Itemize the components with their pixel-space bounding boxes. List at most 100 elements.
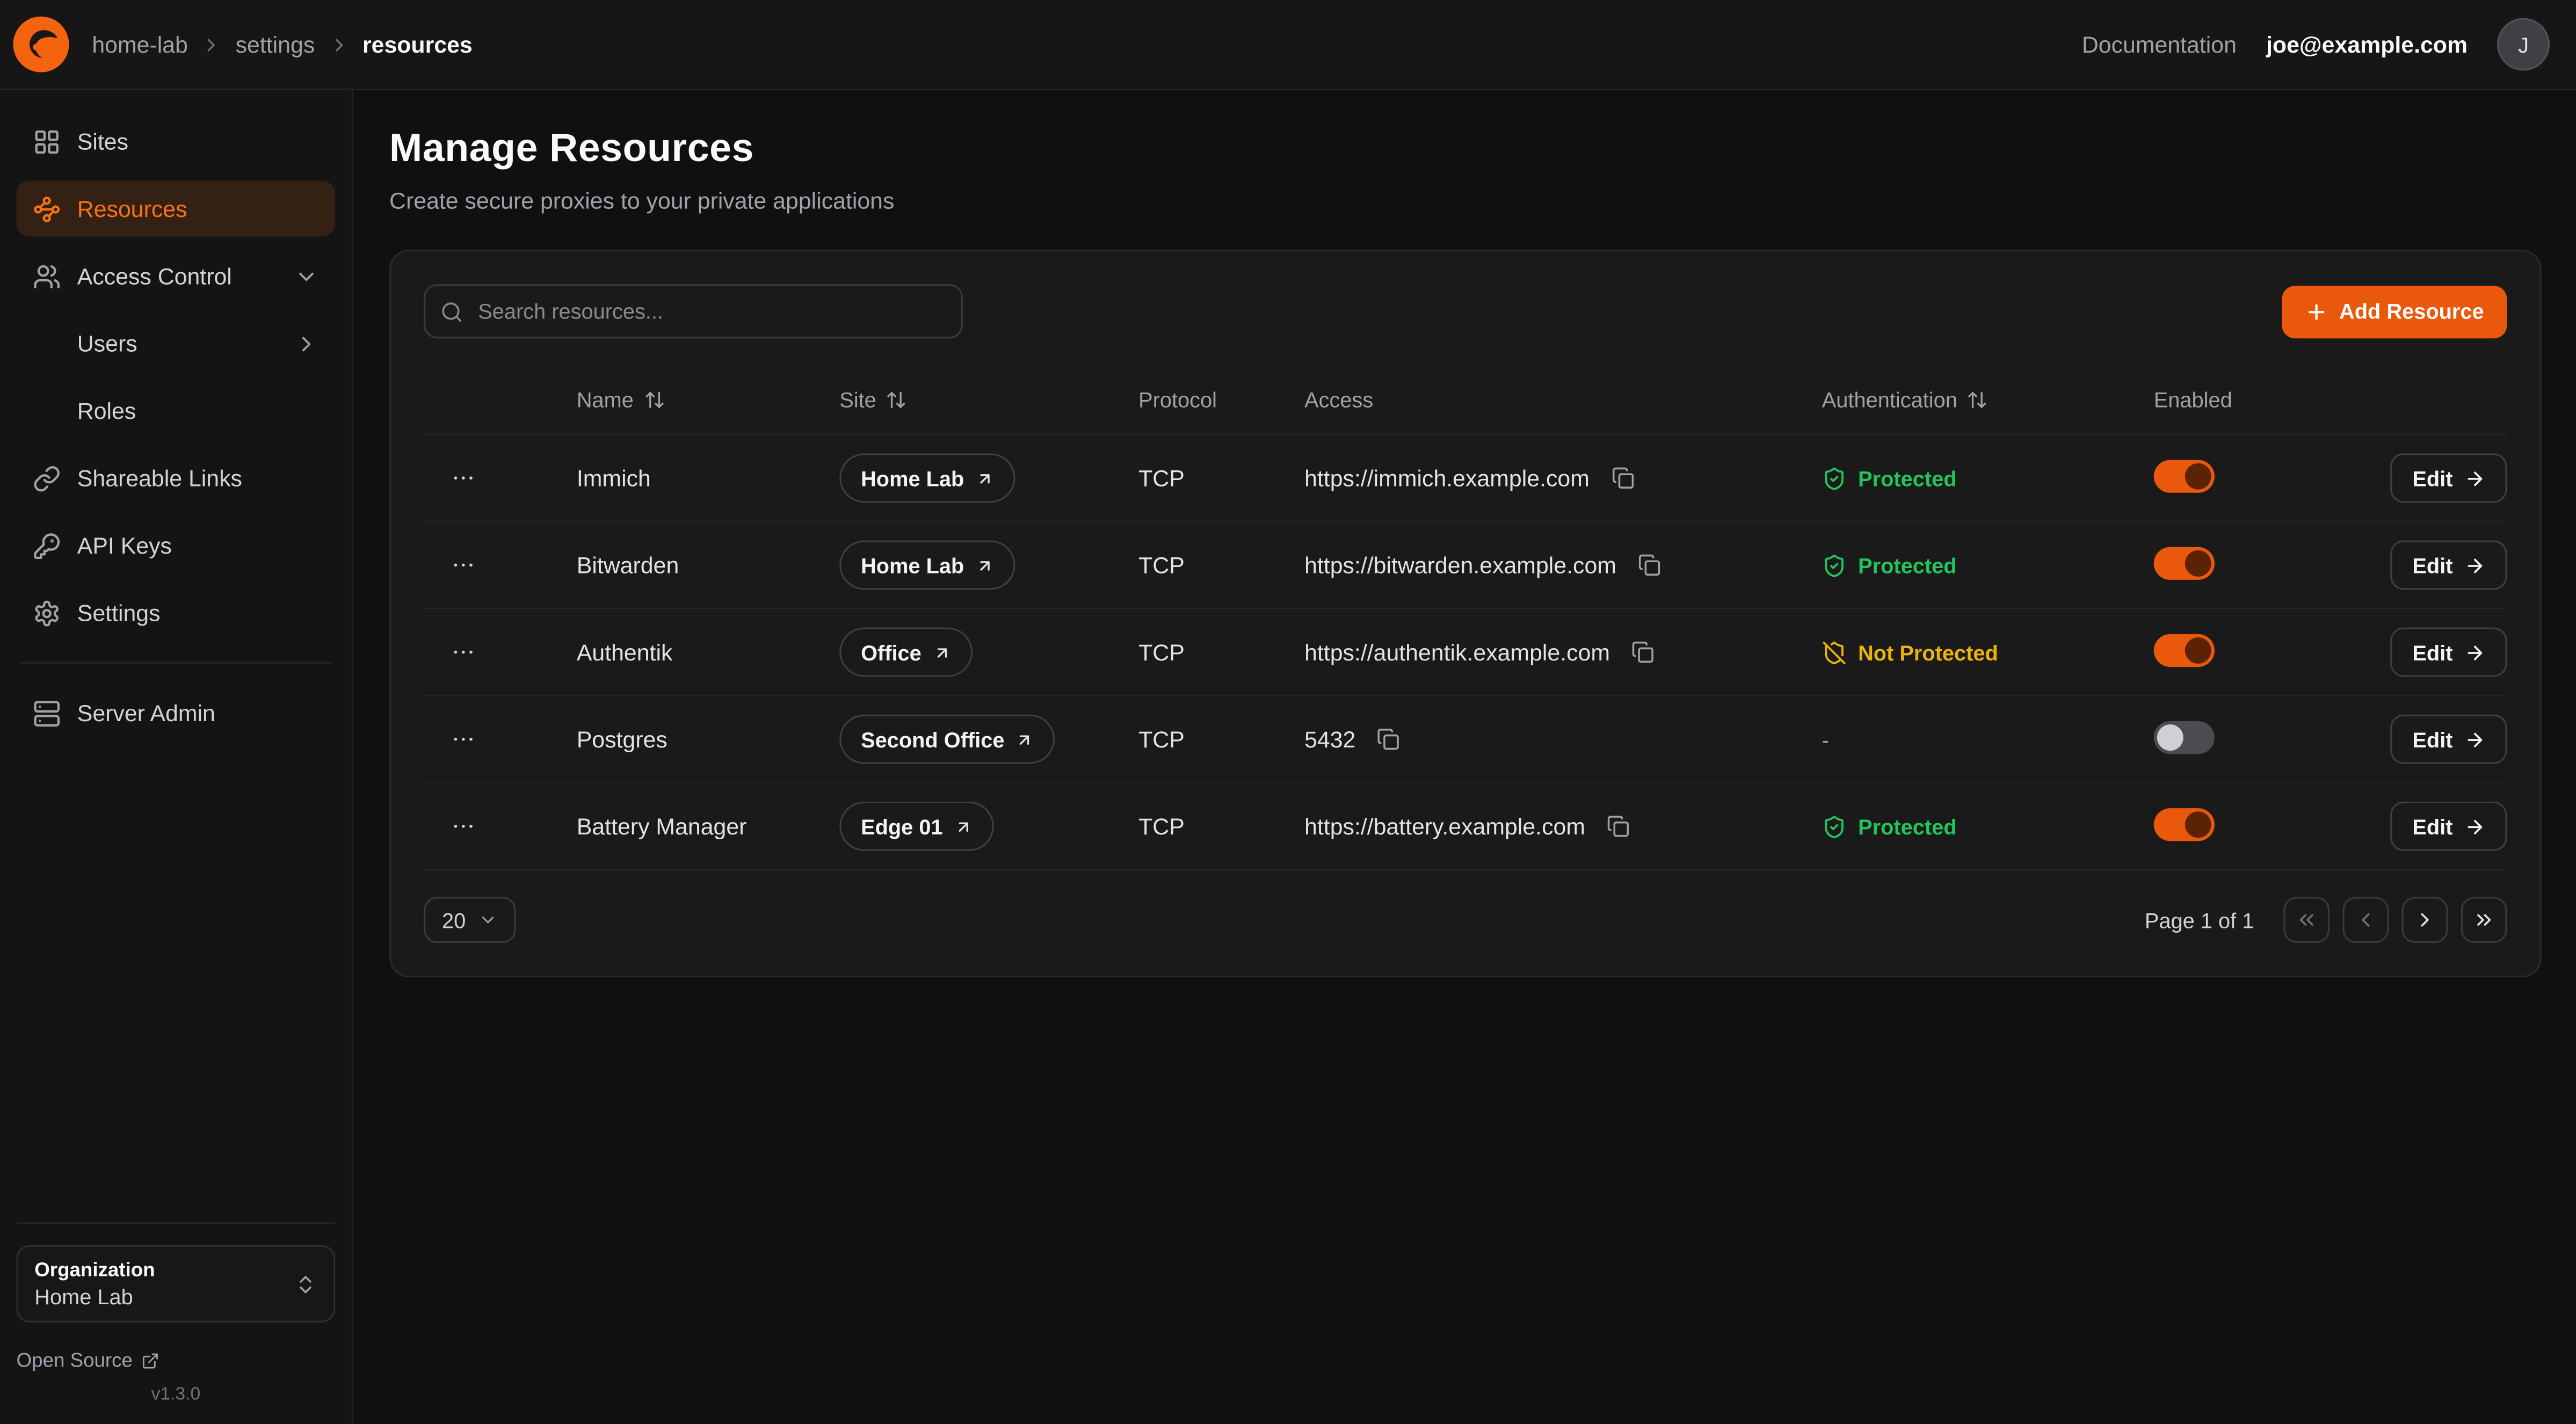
row-menu-button[interactable] [444,546,483,585]
sidebar-item-label: Access Control [77,263,232,289]
user-email[interactable]: joe@example.com [2266,31,2468,57]
sidebar-item-users[interactable]: Users [17,315,336,371]
page-size-value: 20 [442,907,466,932]
app-logo-icon[interactable] [13,17,69,72]
chevron-right-icon [2413,909,2436,932]
sidebar-item-sites[interactable]: Sites [17,113,336,169]
site-link[interactable]: Home Lab [839,453,1015,503]
search-input[interactable] [424,284,962,338]
app-window: home-lab settings resources Documentatio… [0,0,2576,1424]
link-icon [33,464,61,492]
site-name: Home Lab [861,466,964,490]
auth-status-label: Not Protected [1858,640,1998,665]
breadcrumb: home-lab settings resources [92,31,472,57]
header-name[interactable]: Name [577,387,839,411]
sidebar-item-settings[interactable]: Settings [17,585,336,641]
site-link[interactable]: Home Lab [839,541,1015,590]
site-link[interactable]: Second Office [839,715,1055,764]
prev-page-button[interactable] [2343,897,2389,943]
row-menu-button[interactable] [444,459,483,498]
copy-icon[interactable] [1602,810,1635,842]
copy-icon[interactable] [1627,636,1659,669]
chevron-down-icon [294,264,319,288]
auth-status: Protected [1822,814,2154,839]
page-title: Manage Resources [389,127,2542,173]
edit-button[interactable]: Edit [2391,715,2507,764]
main-content: Manage Resources Create secure proxies t… [353,90,2576,1424]
organization-value: Home Lab [34,1284,155,1309]
external-link-icon [141,1351,159,1369]
shield-check-icon [1822,553,1847,577]
edit-button-label: Edit [2412,814,2452,839]
edit-button[interactable]: Edit [2391,453,2507,503]
sidebar: Sites Resources Access Control Users Rol… [0,90,353,1424]
open-source-link[interactable]: Open Source [17,1349,336,1372]
row-menu-button[interactable] [444,807,483,846]
arrow-up-right-icon [933,643,951,662]
sidebar-item-access-control[interactable]: Access Control [17,248,336,304]
auth-status-label: Protected [1858,553,1956,577]
enabled-toggle[interactable] [2154,808,2215,840]
edit-button-label: Edit [2412,727,2452,752]
site-link[interactable]: Edge 01 [839,802,993,851]
row-menu-button[interactable] [444,720,483,759]
chevron-right-icon [294,331,319,355]
organization-selector[interactable]: Organization Home Lab [17,1245,336,1323]
sidebar-item-label: API Keys [77,532,172,558]
edit-button-label: Edit [2412,640,2452,665]
pagination-bar: 20 Page 1 of 1 [424,897,2507,943]
sidebar-item-label: Settings [77,600,161,626]
chevrons-right-icon [2472,909,2495,932]
ellipsis-icon [450,639,476,665]
arrow-right-icon [2464,729,2486,750]
add-resource-button[interactable]: Add Resource [2282,285,2507,338]
edit-button[interactable]: Edit [2391,541,2507,590]
edit-button[interactable]: Edit [2391,628,2507,677]
header-authentication[interactable]: Authentication [1822,387,2154,411]
documentation-link[interactable]: Documentation [2082,31,2237,57]
server-icon [33,699,61,727]
chevron-down-icon [479,910,499,930]
copy-icon[interactable] [1606,462,1638,495]
protocol: TCP [1138,726,1304,752]
copy-icon[interactable] [1633,549,1666,582]
sidebar-item-roles[interactable]: Roles [17,383,336,439]
table-body: Immich Home Lab TCP https://immich.examp… [424,435,2507,871]
row-menu-button[interactable] [444,633,483,672]
sidebar-item-api-keys[interactable]: API Keys [17,518,336,573]
sidebar-item-server-admin[interactable]: Server Admin [17,685,336,741]
copy-icon[interactable] [1372,723,1405,755]
resources-card: Add Resource Name Site Protocol Acce [389,250,2542,977]
auth-status-label: - [1822,727,1829,752]
page-size-select[interactable]: 20 [424,897,517,943]
protocol: TCP [1138,639,1304,665]
breadcrumb-current: resources [362,31,473,57]
auth-status: Not Protected [1822,640,2154,665]
enabled-toggle[interactable] [2154,721,2215,753]
last-page-button[interactable] [2461,897,2507,943]
sidebar-item-shareable-links[interactable]: Shareable Links [17,450,336,506]
enabled-toggle[interactable] [2154,546,2215,579]
enabled-toggle[interactable] [2154,459,2215,492]
first-page-button[interactable] [2283,897,2330,943]
shield-check-icon [1822,466,1847,490]
breadcrumb-settings[interactable]: settings [236,31,315,57]
enabled-toggle[interactable] [2154,633,2215,666]
arrow-right-icon [2464,816,2486,837]
auth-status: Protected [1822,553,2154,577]
chevron-left-icon [2354,909,2377,932]
header-site[interactable]: Site [839,387,1138,411]
arrow-up-right-icon [1016,730,1034,749]
sidebar-item-resources[interactable]: Resources [17,181,336,237]
chevrons-left-icon [2295,909,2318,932]
next-page-button[interactable] [2402,897,2448,943]
sidebar-item-label: Sites [77,128,128,155]
sidebar-item-label: Shareable Links [77,465,242,491]
auth-status: - [1822,727,2154,752]
edit-button[interactable]: Edit [2391,802,2507,851]
site-link[interactable]: Office [839,628,972,677]
chevron-right-icon [201,34,222,55]
breadcrumb-org[interactable]: home-lab [92,31,188,57]
access-url: https://battery.example.com [1304,813,1585,839]
avatar[interactable]: J [2497,18,2550,71]
